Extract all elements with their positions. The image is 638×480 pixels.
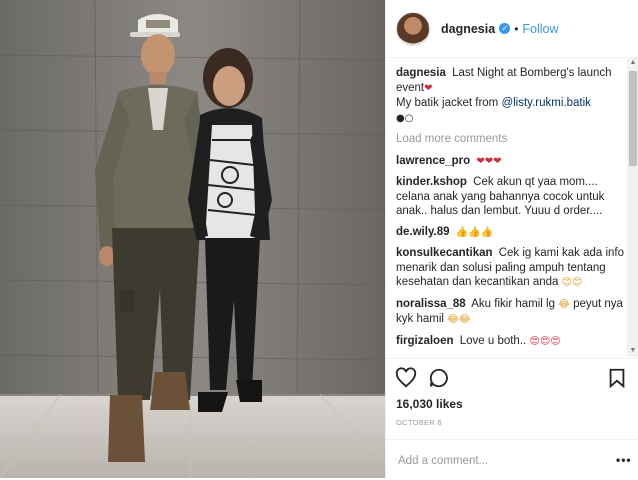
post-sidebar: dagnesia ✓ • Follow dagnesia Last Night …: [385, 0, 638, 478]
load-more-comments-button[interactable]: Load more comments: [396, 132, 624, 147]
heart-emoji-icon: ❤: [424, 82, 433, 94]
add-comment-bar: •••: [386, 439, 638, 480]
scroll-down-icon[interactable]: ▼: [627, 345, 638, 357]
comment-emoji: 😊😊: [561, 277, 583, 288]
comment-emoji: 😂: [558, 298, 570, 310]
comment-emoji: 👍👍👍: [455, 226, 494, 238]
separator-dot: •: [514, 21, 519, 36]
comment-username[interactable]: noralissa_88: [396, 298, 466, 310]
comments-list: dagnesia Last Night at Bomberg's launch …: [396, 66, 624, 358]
add-comment-input[interactable]: [396, 450, 600, 472]
comment-item: de.wily.89 👍👍👍: [396, 225, 624, 241]
comment-item: lawrence_pro ❤❤❤: [396, 154, 624, 170]
scrollbar-thumb[interactable]: [629, 71, 637, 166]
heart-outline-icon[interactable]: [395, 367, 417, 389]
follow-button[interactable]: Follow: [522, 22, 558, 36]
comment-username[interactable]: firgizaloen: [396, 335, 454, 347]
bookmark-icon[interactable]: [606, 367, 628, 389]
post-date[interactable]: OCTOBER 6: [396, 418, 442, 427]
comment-emoji-2: 😂😂: [447, 314, 471, 325]
caption-text-2: My batik jacket from: [396, 97, 502, 109]
comment-username[interactable]: konsulkecantikan: [396, 247, 493, 259]
caption-username[interactable]: dagnesia: [396, 67, 446, 79]
comment-username[interactable]: de.wily.89: [396, 226, 449, 238]
comment-text: Love u both..: [459, 334, 527, 347]
verified-badge-icon: ✓: [499, 23, 511, 34]
comment-emoji: 😍😍😍: [529, 335, 561, 347]
post-actions: 16,030 likes OCTOBER 6 •••: [386, 358, 638, 479]
username-link[interactable]: dagnesia: [441, 22, 495, 36]
post-photo[interactable]: [0, 0, 385, 478]
scroll-up-icon[interactable]: ▲: [627, 57, 638, 69]
comments-scrollbar[interactable]: ▲ ▼: [627, 57, 638, 357]
color-dots-icon: ●○: [396, 112, 414, 124]
comment-item: konsulkecantikan Cek ig kami kak ada inf…: [396, 246, 624, 291]
comment-item: firgizaloen Love u both.. 😍😍😍: [396, 334, 624, 350]
comment-username[interactable]: kinder.kshop: [396, 176, 467, 188]
post-image: [0, 0, 385, 478]
comment-item: noralissa_88 Aku fikir hamil lg 😂 peyut …: [396, 297, 624, 328]
caption: dagnesia Last Night at Bomberg's launch …: [396, 66, 624, 126]
comment-text: Aku fikir hamil lg: [471, 297, 555, 310]
likes-count[interactable]: 16,030 likes: [396, 397, 463, 411]
comment-item: kinder.kshop Cek akun qt yaa mom.... cel…: [396, 175, 624, 219]
comment-username[interactable]: lawrence_pro: [396, 155, 470, 167]
avatar[interactable]: [396, 11, 430, 46]
speech-bubble-icon[interactable]: [428, 367, 450, 389]
more-options-icon[interactable]: •••: [616, 453, 632, 467]
post-header: dagnesia ✓ • Follow: [386, 0, 626, 58]
caption-mention-link[interactable]: @listy.rukmi.batik: [501, 97, 590, 109]
comment-emoji: ❤❤❤: [476, 155, 502, 167]
